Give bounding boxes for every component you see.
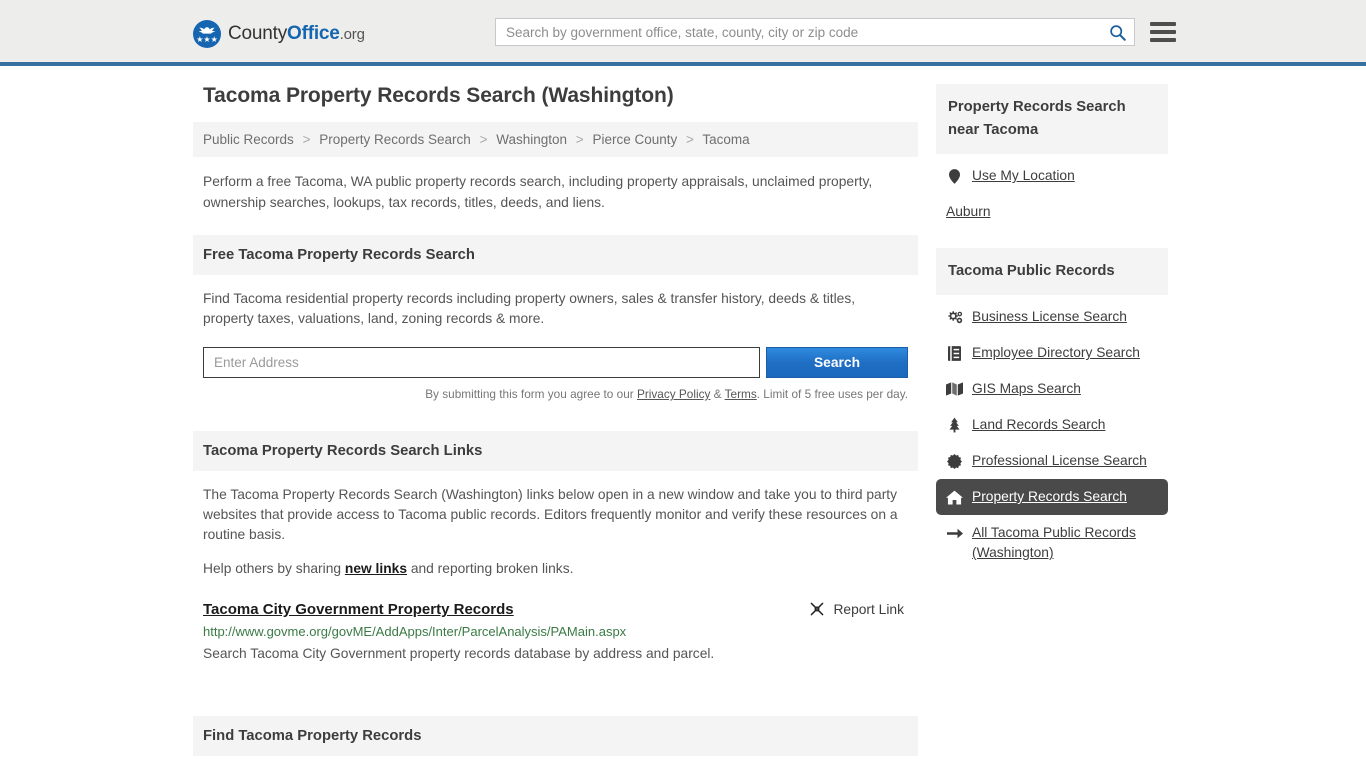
search-icon — [1109, 24, 1126, 41]
sidebar-item-label: All Tacoma Public Records (Washington) — [972, 525, 1136, 560]
map-icon — [946, 380, 963, 398]
sidebar-item-all-tacoma-public-records[interactable]: All Tacoma Public Records (Washington) — [936, 515, 1168, 571]
links-section-heading: Tacoma Property Records Search Links — [193, 431, 918, 471]
links-section-body: The Tacoma Property Records Search (Wash… — [193, 471, 918, 579]
sidebar-item-employee-directory-search[interactable]: Employee Directory Search — [936, 335, 1168, 371]
page-title: Tacoma Property Records Search (Washingt… — [203, 84, 674, 107]
sidebar-item-gis-maps-search[interactable]: GIS Maps Search — [936, 371, 1168, 407]
breadcrumb-item-public-records[interactable]: Public Records — [203, 132, 294, 147]
address-search-form: Search — [203, 347, 908, 378]
sidebar-item-label: Land Records Search — [972, 417, 1106, 432]
cogs-icon — [946, 308, 963, 326]
find-section-body: A Tacoma Property Records Search locates… — [193, 756, 918, 768]
sidebar: Property Records Search near Tacoma Use … — [936, 84, 1168, 768]
main-column: Tacoma Property Records Search (Washingt… — [193, 84, 918, 768]
disclaimer-prefix: By submitting this form you agree to our — [425, 387, 637, 401]
help-prefix: Help others by sharing — [203, 561, 345, 576]
sidebar-item-use-my-location[interactable]: Use My Location — [936, 158, 1168, 194]
breadcrumb-separator: > — [479, 132, 488, 147]
hamburger-menu-icon[interactable] — [1150, 20, 1176, 44]
free-search-body: Find Tacoma residential property records… — [193, 275, 918, 329]
disclaimer-suffix: . Limit of 5 free uses per day. — [756, 387, 908, 401]
home-icon — [946, 488, 963, 506]
free-search-heading: Free Tacoma Property Records Search — [193, 235, 918, 275]
sidebar-item-land-records-search[interactable]: Land Records Search — [936, 407, 1168, 443]
links-section-paragraph: The Tacoma Property Records Search (Wash… — [203, 487, 898, 542]
breadcrumb-item-washington[interactable]: Washington — [496, 132, 567, 147]
page-body: Tacoma Property Records Search (Washingt… — [0, 66, 1366, 768]
form-disclaimer: By submitting this form you agree to our… — [203, 387, 908, 401]
sidebar-item-label: GIS Maps Search — [972, 381, 1081, 396]
link-entry-header: Tacoma City Government Property Records … — [203, 601, 908, 618]
report-link-label: Report Link — [833, 601, 904, 617]
sidebar-item-business-license-search[interactable]: Business License Search — [936, 299, 1168, 335]
content-container: Tacoma Property Records Search (Washingt… — [193, 66, 1173, 768]
sidebar-item-property-records-search[interactable]: Property Records Search — [936, 479, 1168, 515]
report-link-button[interactable]: Report Link — [809, 601, 908, 617]
free-search-description: Find Tacoma residential property records… — [203, 291, 856, 326]
brand-office: Office — [287, 23, 340, 44]
brand-county: County — [228, 23, 288, 44]
link-entry-url: http://www.govme.org/govME/AddApps/Inter… — [203, 624, 627, 639]
sidebar-public-records-heading: Tacoma Public Records — [936, 248, 1168, 295]
page-intro-text: Perform a free Tacoma, WA public propert… — [203, 174, 873, 210]
terms-link[interactable]: Terms — [725, 387, 757, 401]
certificate-icon — [946, 452, 963, 470]
global-search-submit-button[interactable] — [1100, 19, 1134, 45]
sidebar-item-professional-license-search[interactable]: Professional License Search — [936, 443, 1168, 479]
sidebar-item-label: Employee Directory Search — [972, 345, 1140, 360]
links-section-help: Help others by sharing new links and rep… — [203, 559, 908, 579]
map-pin-icon — [946, 167, 963, 185]
privacy-policy-link[interactable]: Privacy Policy — [637, 387, 710, 401]
link-entry-title[interactable]: Tacoma City Government Property Records — [203, 601, 514, 618]
global-search-bar[interactable] — [495, 18, 1135, 46]
breadcrumb-separator: > — [686, 132, 694, 147]
brand-org: .org — [339, 26, 365, 43]
broken-link-icon — [811, 602, 824, 616]
site-logo[interactable]: ★★★ CountyOffice.org — [193, 19, 365, 49]
hamburger-bar — [1150, 22, 1176, 26]
sidebar-near-list: Use My Location Auburn — [936, 154, 1168, 230]
county-office-logo-icon: ★★★ — [193, 20, 221, 48]
sidebar-item-label: Business License Search — [972, 309, 1127, 324]
breadcrumb-separator: > — [575, 132, 584, 147]
link-entry: Tacoma City Government Property Records … — [203, 601, 908, 664]
breadcrumb-item-pierce-county[interactable]: Pierce County — [592, 132, 677, 147]
breadcrumb: Public Records > Property Records Search… — [193, 122, 918, 157]
sidebar-near-heading: Property Records Search near Tacoma — [936, 84, 1168, 154]
breadcrumb-separator: > — [302, 132, 311, 147]
global-search-input[interactable] — [496, 19, 1100, 45]
stars-icon: ★★★ — [196, 35, 218, 44]
sidebar-item-auburn[interactable]: Auburn — [936, 194, 1168, 230]
help-suffix: and reporting broken links. — [407, 561, 574, 576]
site-header: ★★★ CountyOffice.org — [0, 0, 1366, 66]
brand-wordmark: CountyOffice.org — [228, 23, 365, 45]
link-entry-description: Search Tacoma City Government property r… — [203, 646, 715, 661]
breadcrumb-item-tacoma[interactable]: Tacoma — [702, 132, 749, 147]
sidebar-public-records-list: Business License Search Employee Directo… — [936, 295, 1168, 571]
sidebar-item-label: Auburn — [946, 204, 991, 219]
book-icon — [946, 344, 963, 362]
sidebar-item-label: Use My Location — [972, 168, 1075, 183]
address-search-button[interactable]: Search — [766, 347, 908, 378]
arrow-right-icon — [946, 524, 963, 542]
hamburger-bar — [1150, 38, 1176, 42]
hamburger-bar — [1150, 30, 1176, 34]
sidebar-item-label: Professional License Search — [972, 453, 1147, 468]
sidebar-item-label: Property Records Search — [972, 489, 1127, 504]
eagle-icon — [198, 27, 216, 34]
find-section-heading: Find Tacoma Property Records — [193, 716, 918, 756]
tree-icon — [946, 416, 963, 434]
new-links-link[interactable]: new links — [345, 561, 407, 576]
address-search-input[interactable] — [203, 347, 760, 378]
disclaimer-amp: & — [710, 387, 725, 401]
breadcrumb-item-property-records-search[interactable]: Property Records Search — [319, 132, 471, 147]
